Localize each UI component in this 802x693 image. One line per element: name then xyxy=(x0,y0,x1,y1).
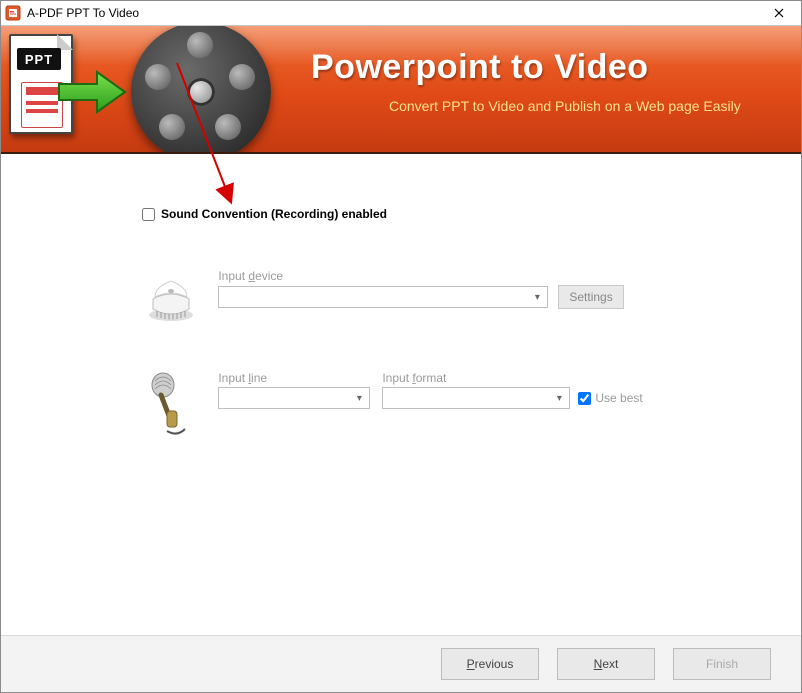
settings-button[interactable]: Settings xyxy=(558,285,623,309)
banner-title: Powerpoint to Video xyxy=(311,48,649,87)
sound-recording-checkbox[interactable] xyxy=(142,208,155,221)
input-device-label: Input device xyxy=(218,269,623,283)
wizard-footer: Previous Next Finish xyxy=(1,635,801,692)
sound-recording-row: Sound Convention (Recording) enabled xyxy=(142,207,387,221)
banner-subtitle: Convert PPT to Video and Publish on a We… xyxy=(389,98,741,114)
chevron-down-icon: ▾ xyxy=(551,393,567,404)
close-button[interactable] xyxy=(757,1,801,25)
ppt-badge: PPT xyxy=(17,48,61,70)
input-line-label: Input line xyxy=(218,371,370,385)
input-device-combo[interactable]: ▾ xyxy=(218,286,548,308)
app-icon xyxy=(5,5,21,21)
previous-button[interactable]: Previous xyxy=(441,648,539,680)
film-reel-icon xyxy=(131,26,271,154)
input-device-section: Input device ▾ Settings xyxy=(141,269,624,328)
title-bar: A-PDF PPT To Video xyxy=(1,1,801,26)
use-best-label: Use best xyxy=(595,391,642,405)
input-format-label: Input format xyxy=(382,371,642,385)
chevron-down-icon: ▾ xyxy=(529,292,545,303)
use-best-checkbox[interactable] xyxy=(578,392,591,405)
input-line-combo[interactable]: ▾ xyxy=(218,387,370,409)
content-area: Sound Convention (Recording) enabled xyxy=(1,153,801,634)
next-button[interactable]: Next xyxy=(557,648,655,680)
device-icon xyxy=(141,269,201,325)
app-window: A-PDF PPT To Video PPT xyxy=(0,0,802,693)
input-line-section: Input line ▾ Input format xyxy=(141,371,643,444)
close-icon xyxy=(774,8,784,18)
window-title: A-PDF PPT To Video xyxy=(27,6,139,20)
chevron-down-icon: ▾ xyxy=(351,393,367,404)
sound-recording-label[interactable]: Sound Convention (Recording) enabled xyxy=(161,207,387,221)
input-format-combo[interactable]: ▾ xyxy=(382,387,570,409)
use-best-row[interactable]: Use best xyxy=(578,391,642,405)
microphone-icon xyxy=(141,371,193,441)
finish-button[interactable]: Finish xyxy=(673,648,771,680)
convert-arrow-icon xyxy=(57,70,127,114)
header-banner: PPT Powerpoint to Video Convert PPT to V… xyxy=(1,26,801,154)
